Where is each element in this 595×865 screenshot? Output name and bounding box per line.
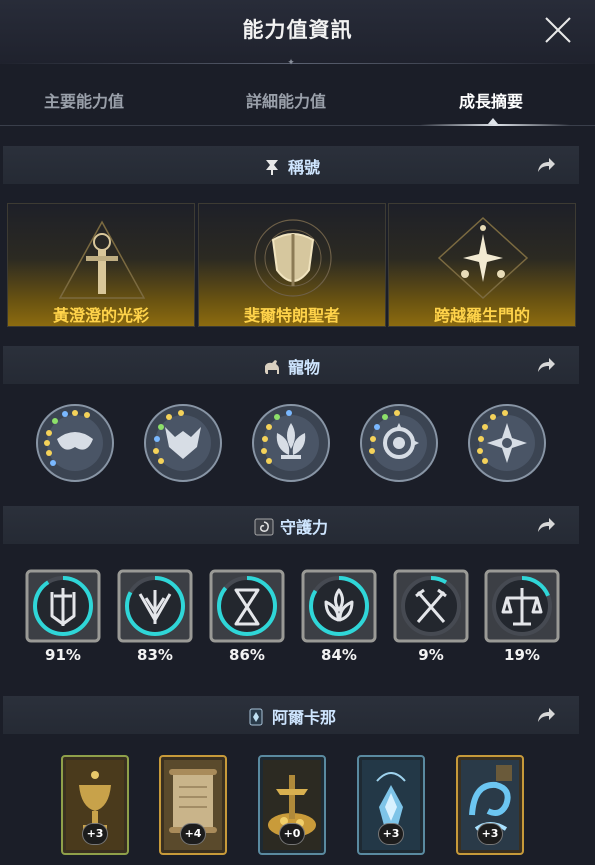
section-titles-header: 稱號 [3, 146, 579, 184]
guardian-percentage: 86% [229, 646, 265, 664]
tab-main-stats[interactable]: 主要能力值 [44, 88, 124, 112]
arcana-card[interactable]: +3 [357, 755, 425, 855]
card-level-badge: +3 [82, 823, 108, 845]
arcana-card[interactable]: +3 [456, 755, 524, 855]
pet-medallion[interactable] [251, 403, 331, 483]
guardian-swirl-icon [254, 518, 274, 536]
guardian-percentage: 84% [321, 646, 357, 664]
title-badge-icon [265, 160, 278, 175]
share-arrow-icon[interactable] [535, 355, 557, 375]
pet-medallion[interactable] [143, 403, 223, 483]
pet-medallion[interactable] [35, 403, 115, 483]
header-divider [0, 63, 595, 64]
title-name: 黃澄澄的光彩 [52, 306, 149, 325]
pet-medallion[interactable] [467, 403, 547, 483]
pet-medallion[interactable] [359, 403, 439, 483]
window-title: 能力值資訊 [242, 18, 353, 42]
tab-bar: 主要能力值 詳細能力值 成長摘要 [0, 72, 595, 126]
guardian-percentage: 91% [45, 646, 81, 664]
card-level-badge: +4 [180, 823, 206, 845]
guardian-lotus-guardian-icon[interactable] [300, 568, 378, 644]
active-tab-caret-icon [488, 118, 498, 124]
star-diamond-emblem-icon [437, 216, 529, 300]
guardian-wing-shield-guardian-icon[interactable] [116, 568, 194, 644]
title-name: 跨越羅生門的 [433, 306, 530, 325]
guardian-scales-guardian-icon[interactable] [483, 568, 561, 644]
guardian-crossed-axes-guardian-icon[interactable] [392, 568, 470, 644]
arcana-card[interactable]: +3 [61, 755, 129, 855]
divider-diamond-icon: ✦ [287, 58, 295, 68]
arcana-card-icon [249, 708, 263, 726]
section-titles-label: 稱號 [287, 158, 320, 177]
card-level-badge: +3 [477, 823, 503, 845]
guardian-percentage: 9% [418, 646, 444, 664]
guardian-percentage: 83% [137, 646, 173, 664]
arcana-card[interactable]: +4 [159, 755, 227, 855]
guardian-percentage: 19% [504, 646, 540, 664]
pet-horse-icon [264, 360, 279, 374]
guardian-hourglass-guardian-icon[interactable] [208, 568, 286, 644]
section-guardian-label: 守護力 [279, 518, 328, 537]
guardian-sword-shield-guardian-icon[interactable] [24, 568, 102, 644]
section-arcana-header: 阿爾卡那 [3, 696, 579, 734]
title-name: 斐爾特朗聖者 [243, 306, 340, 325]
card-level-badge: +0 [279, 823, 305, 845]
active-tab-underline [420, 124, 570, 126]
section-pets-header: 寵物 [3, 346, 579, 384]
card-level-badge: +3 [378, 823, 404, 845]
title-card[interactable]: 斐爾特朗聖者 [198, 203, 386, 327]
arcana-card[interactable]: +0 [258, 755, 326, 855]
share-arrow-icon[interactable] [535, 705, 557, 725]
share-arrow-icon[interactable] [535, 155, 557, 175]
title-card[interactable]: 跨越羅生門的 [388, 203, 576, 327]
tab-detailed-stats[interactable]: 詳細能力值 [246, 88, 326, 112]
section-guardian-header: 守護力 [3, 506, 579, 544]
title-card[interactable]: 黃澄澄的光彩 [7, 203, 195, 327]
tab-growth-summary[interactable]: 成長摘要 [459, 88, 523, 112]
share-arrow-icon[interactable] [535, 515, 557, 535]
close-icon[interactable] [543, 15, 573, 45]
window-header: 能力值資訊 ✦ [0, 0, 595, 68]
shield-circle-emblem-icon [254, 219, 332, 297]
section-arcana-label: 阿爾卡那 [271, 708, 336, 727]
section-pets-label: 寵物 [287, 358, 320, 377]
sword-triangle-emblem-icon [58, 220, 146, 299]
